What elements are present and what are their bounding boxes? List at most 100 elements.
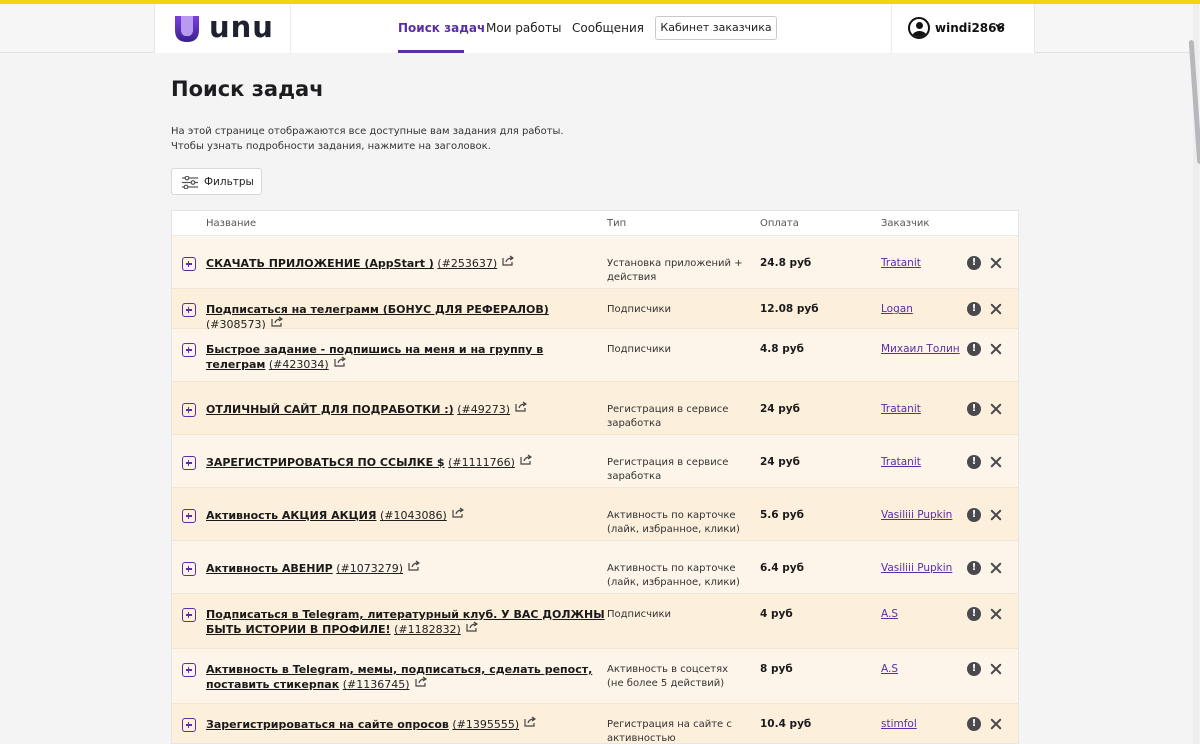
task-customer-link[interactable]: Tratanit [881,403,921,415]
hide-close-icon[interactable] [989,508,1003,522]
task-payment: 24 руб [760,456,800,468]
task-name[interactable]: Зарегистрироваться на сайте опросов [206,718,449,731]
task-name[interactable]: ОТЛИЧНЫЙ САЙТ ДЛЯ ПОДРАБОТКИ :) [206,403,454,416]
task-customer-link[interactable]: Vasiliii Pupkin [881,562,952,574]
hide-close-icon[interactable] [989,662,1003,676]
report-warning-icon[interactable]: ! [967,508,981,522]
task-id[interactable]: (#1043086) [380,509,447,522]
hide-close-icon[interactable] [989,342,1003,356]
external-link-icon[interactable] [466,621,478,636]
task-name[interactable]: ЗАРЕГИСТРИРОВАТЬСЯ ПО ССЫЛКЕ $ [206,456,445,469]
hide-close-icon[interactable] [989,256,1003,270]
task-title-link[interactable]: Подписаться на телеграмм (БОНУС ДЛЯ РЕФЕ… [206,302,606,332]
hide-close-icon[interactable] [989,302,1003,316]
task-name[interactable]: СКАЧАТЬ ПРИЛОЖЕНИЕ (AppStart ) [206,257,434,270]
nav-my-works[interactable]: Мои работы [486,21,562,35]
task-id[interactable]: (#1073279) [336,562,403,575]
hide-close-icon[interactable] [989,607,1003,621]
task-customer-link[interactable]: Logan [881,303,913,315]
site-header: unu Поиск задач Мои работы Сообщения Каб… [0,4,1200,53]
table-row: ОТЛИЧНЫЙ САЙТ ДЛЯ ПОДРАБОТКИ :) (#49273)… [172,382,1018,435]
task-id[interactable]: (#1182832) [394,623,461,636]
task-type: Регистрация в сервисе заработка [607,404,729,429]
external-link-icon[interactable] [515,401,528,416]
task-customer-link[interactable]: Tratanit [881,456,921,468]
task-name[interactable]: Активность АВЕНИР [206,562,333,575]
report-warning-icon[interactable]: ! [967,402,981,416]
task-id[interactable]: (#1136745) [343,678,410,691]
task-type: Подписчики [607,344,672,355]
task-customer-link[interactable]: Vasiliii Pupkin [881,509,952,521]
user-menu[interactable]: windi2866 [891,4,1036,53]
task-customer-link[interactable]: Михаил Толин [881,343,960,355]
task-payment: 4.8 руб [760,343,804,355]
report-warning-icon[interactable]: ! [967,256,981,270]
external-link-icon[interactable] [408,560,421,575]
external-link-icon[interactable] [520,454,532,469]
filters-button[interactable]: Фильтры [171,168,262,195]
expand-plus-icon[interactable] [182,303,196,317]
table-row: СКАЧАТЬ ПРИЛОЖЕНИЕ (AppStart ) (#253637)… [172,236,1018,289]
task-id[interactable]: (#423034) [269,358,329,371]
expand-plus-icon[interactable] [182,403,196,417]
report-warning-icon[interactable]: ! [967,302,981,316]
expand-plus-icon[interactable] [182,456,196,470]
hide-close-icon[interactable] [989,561,1003,575]
task-title-link[interactable]: ЗАРЕГИСТРИРОВАТЬСЯ ПО ССЫЛКЕ $ (#1111766… [206,454,606,470]
intro-line-1: На этой странице отображаются все доступ… [171,126,564,137]
task-title-link[interactable]: Активность в Telegram, мемы, подписаться… [206,662,606,692]
task-id[interactable]: (#1395555) [452,718,519,731]
task-customer-link[interactable]: stimfol [881,718,917,730]
task-title-link[interactable]: ОТЛИЧНЫЙ САЙТ ДЛЯ ПОДРАБОТКИ :) (#49273) [206,401,606,417]
task-type: Активность по карточке (лайк, избранное,… [607,563,740,588]
expand-plus-icon[interactable] [182,562,196,576]
external-link-icon[interactable] [334,356,346,371]
task-name[interactable]: Быстрое задание - подпишись на меня и на… [206,343,543,371]
expand-plus-icon[interactable] [182,343,196,357]
column-header-type: Тип [607,218,627,229]
task-title-link[interactable]: Активность АВЕНИР (#1073279) [206,560,606,576]
report-warning-icon[interactable]: ! [967,342,981,356]
intro-line-2: Чтобы узнать подробности задания, нажмит… [171,141,491,152]
external-link-icon[interactable] [502,255,515,270]
report-warning-icon[interactable]: ! [967,455,981,469]
expand-plus-icon[interactable] [182,663,196,677]
external-link-icon[interactable] [414,676,427,691]
task-name[interactable]: Подписаться на телеграмм (БОНУС ДЛЯ РЕФЕ… [206,303,549,316]
expand-plus-icon[interactable] [182,718,196,732]
task-payment: 10.4 руб [760,718,812,730]
hide-close-icon[interactable] [989,717,1003,731]
external-link-icon[interactable] [524,716,537,731]
task-customer-link[interactable]: A.S [881,663,898,675]
task-title-link[interactable]: Быстрое задание - подпишись на меня и на… [206,342,606,372]
chevron-down-icon [995,23,1005,30]
report-warning-icon[interactable]: ! [967,607,981,621]
report-warning-icon[interactable]: ! [967,717,981,731]
task-id[interactable]: (#1111766) [448,456,515,469]
hide-close-icon[interactable] [989,455,1003,469]
task-customer-link[interactable]: A.S [881,608,898,620]
nav-search-tasks[interactable]: Поиск задач [398,21,485,35]
expand-plus-icon[interactable] [182,257,196,271]
hide-close-icon[interactable] [989,402,1003,416]
task-customer-link[interactable]: Tratanit [881,257,921,269]
expand-plus-icon[interactable] [182,509,196,523]
task-title-link[interactable]: СКАЧАТЬ ПРИЛОЖЕНИЕ (AppStart ) (#253637) [206,255,606,271]
avatar [908,17,930,39]
logo-text: unu [209,10,274,44]
report-warning-icon[interactable]: ! [967,561,981,575]
task-title-link[interactable]: Подписаться в Telegram, литературный клу… [206,607,606,637]
table-row: Активность АВЕНИР (#1073279) Активность п… [172,541,1018,594]
nav-messages[interactable]: Сообщения [572,21,644,35]
task-name[interactable]: Активность АКЦИЯ АКЦИЯ [206,509,376,522]
expand-plus-icon[interactable] [182,608,196,622]
task-id[interactable]: (#49273) [457,403,510,416]
customer-cabinet-button[interactable]: Кабинет заказчика [655,16,777,40]
task-title-link[interactable]: Активность АКЦИЯ АКЦИЯ (#1043086) [206,507,606,523]
logo[interactable]: unu [155,4,291,53]
report-warning-icon[interactable]: ! [967,662,981,676]
task-title-link[interactable]: Зарегистрироваться на сайте опросов (#13… [206,716,606,732]
task-type: Подписчики [607,304,672,315]
external-link-icon[interactable] [452,507,464,522]
task-id[interactable]: (#253637) [437,257,497,270]
